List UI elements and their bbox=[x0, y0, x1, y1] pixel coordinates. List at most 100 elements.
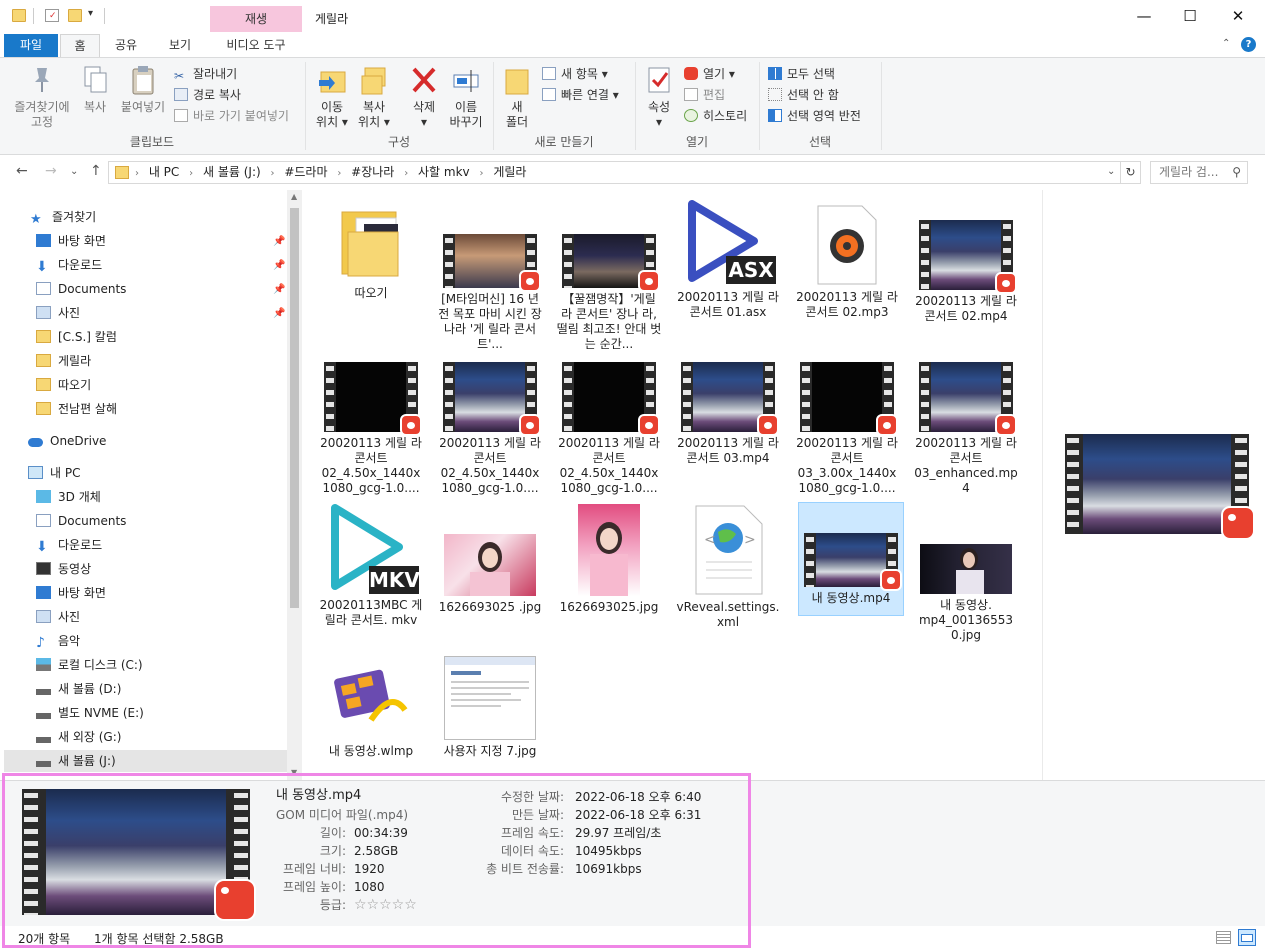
file-item[interactable]: [M타임머신] 16 년 전 목포 마비 시킨 장나라 '게 릴라 콘서트'..… bbox=[437, 234, 543, 352]
nav-item[interactable]: 로컬 디스크 (C:) bbox=[36, 654, 143, 676]
file-item[interactable]: 1626693025 .jpg bbox=[437, 534, 543, 615]
history-button[interactable]: 히스토리 bbox=[684, 106, 747, 126]
close-button[interactable]: ✕ bbox=[1215, 0, 1261, 32]
minimize-button[interactable]: — bbox=[1121, 0, 1167, 32]
properties-icon[interactable]: ✓ bbox=[45, 9, 59, 22]
customize-quick-access-icon[interactable]: ▾ bbox=[88, 8, 93, 19]
paste-button[interactable]: 붙여넣기 bbox=[116, 64, 170, 115]
copy-to-button[interactable]: 복사 위치 ▾ bbox=[354, 64, 394, 130]
file-item[interactable]: 내 동영상.wlmp bbox=[318, 660, 424, 759]
file-item[interactable]: MKV 20020113MBC 게릴라 콘서트. mkv bbox=[318, 502, 424, 628]
file-item[interactable]: 사용자 지정 7.jpg bbox=[437, 656, 543, 759]
easy-access-button[interactable]: 빠른 연결 ▾ bbox=[542, 85, 619, 105]
address-dropdown-icon[interactable]: ⌄ bbox=[1107, 166, 1115, 177]
nav-item[interactable]: 따오기 bbox=[36, 374, 91, 396]
back-arrow-icon[interactable]: ← bbox=[16, 163, 28, 179]
tab-view[interactable]: 보기 bbox=[160, 34, 200, 58]
edit-button[interactable]: 편집 bbox=[684, 85, 725, 105]
nav-item[interactable]: 전남편 살해 bbox=[36, 398, 117, 420]
up-arrow-icon[interactable]: ↑ bbox=[90, 163, 102, 179]
file-item[interactable]: 20020113 게릴 라콘서트 02_4.50x_1440x 1080_gcg… bbox=[437, 362, 543, 496]
properties-button[interactable]: 속성 ▾ bbox=[642, 64, 676, 130]
nav-item-selected[interactable]: 새 볼륨 (J:) bbox=[4, 750, 287, 772]
nav-item[interactable]: 게릴라 bbox=[36, 350, 91, 372]
file-item[interactable]: 20020113 게릴 라콘서트 02.mp3 bbox=[794, 204, 900, 320]
nav-quick-access[interactable]: ★ 즐겨찾기 bbox=[30, 206, 96, 228]
nav-scrollbar[interactable]: ▲ ▼ bbox=[287, 190, 302, 780]
tab-video-tools[interactable]: 비디오 도구 bbox=[212, 34, 300, 58]
new-folder-button[interactable]: 새 폴더 bbox=[500, 64, 534, 130]
nav-item[interactable]: 바탕 화면 bbox=[36, 230, 106, 252]
collapse-ribbon-icon[interactable]: ⌃ bbox=[1222, 38, 1230, 49]
breadcrumb-item[interactable]: 게릴라 bbox=[493, 162, 526, 183]
file-item[interactable]: 20020113 게릴 라콘서트 03_3.00x_1440x 1080_gcg… bbox=[794, 362, 900, 496]
breadcrumb-item[interactable]: 내 PC bbox=[149, 162, 179, 183]
maximize-button[interactable]: ☐ bbox=[1167, 0, 1213, 32]
video-thumbnail bbox=[443, 234, 541, 292]
open-button[interactable]: 열기 ▾ bbox=[684, 64, 735, 84]
nav-this-pc[interactable]: 내 PC bbox=[28, 462, 80, 484]
nav-item[interactable]: 사진 bbox=[36, 606, 80, 628]
delete-button[interactable]: 삭제 ▾ bbox=[404, 64, 444, 130]
large-icons-view-icon[interactable] bbox=[1238, 929, 1256, 946]
help-icon[interactable]: ? bbox=[1241, 37, 1256, 52]
new-item-button[interactable]: 새 항목 ▾ bbox=[542, 64, 608, 84]
details-view-icon[interactable] bbox=[1216, 931, 1231, 944]
nav-item[interactable]: 바탕 화면 bbox=[36, 582, 106, 604]
scroll-down-icon[interactable]: ▼ bbox=[291, 768, 297, 777]
file-item-selected[interactable]: 내 동영상.mp4 bbox=[798, 502, 904, 616]
nav-item[interactable]: 새 외장 (G:) bbox=[36, 726, 121, 748]
nav-item[interactable]: Documents bbox=[36, 510, 126, 532]
file-item[interactable]: 내 동영상. mp4_00136553 0.jpg bbox=[913, 544, 1019, 643]
select-none-button[interactable]: 선택 안 함 bbox=[768, 85, 839, 105]
rename-button[interactable]: 이름 바꾸기 bbox=[446, 64, 486, 130]
nav-item[interactable]: 별도 NVME (E:) bbox=[36, 702, 144, 724]
paste-shortcut-button[interactable]: 바로 가기 붙여넣기 bbox=[174, 106, 289, 126]
nav-item[interactable]: ⬇ 다운로드 bbox=[36, 254, 102, 276]
copy-button[interactable]: 복사 bbox=[78, 64, 112, 115]
file-item[interactable]: 20020113 게릴 라콘서트 03.mp4 bbox=[675, 362, 781, 466]
cut-button[interactable]: ✂ 잘라내기 bbox=[174, 64, 237, 84]
move-to-button[interactable]: 이동 위치 ▾ bbox=[312, 64, 352, 130]
copy-path-button[interactable]: 경로 복사 bbox=[174, 85, 241, 105]
scroll-up-icon[interactable]: ▲ bbox=[291, 192, 297, 201]
select-all-button[interactable]: 모두 선택 bbox=[768, 64, 835, 84]
new-folder-icon[interactable] bbox=[68, 9, 82, 22]
refresh-icon[interactable]: ↻ bbox=[1121, 161, 1141, 184]
nav-item[interactable]: 새 볼륨 (D:) bbox=[36, 678, 121, 700]
nav-item[interactable]: 사진 bbox=[36, 302, 80, 324]
file-item[interactable]: 20020113 게릴 라콘서트 02_4.50x_1440x 1080_gcg… bbox=[556, 362, 662, 496]
context-tab-play[interactable]: 재생 bbox=[210, 6, 302, 32]
file-item[interactable]: 20020113 게릴 라콘서트 02.mp4 bbox=[913, 220, 1019, 324]
nav-item[interactable]: 동영상 bbox=[36, 558, 91, 580]
gom-player-icon bbox=[638, 414, 660, 436]
search-input[interactable]: 게릴라 검... ⚲ bbox=[1150, 161, 1248, 184]
file-item[interactable]: ASX 20020113 게릴 라콘서트 01.asx bbox=[675, 198, 781, 320]
nav-item[interactable]: 3D 개체 bbox=[36, 486, 101, 508]
rating-stars[interactable]: ☆☆☆☆☆ bbox=[354, 896, 417, 914]
scroll-thumb[interactable] bbox=[290, 208, 299, 608]
breadcrumb-item[interactable]: #장나라 bbox=[351, 162, 394, 183]
file-item[interactable]: 따오기 bbox=[318, 202, 424, 301]
breadcrumb-item[interactable]: 새 볼륨 (J:) bbox=[203, 162, 261, 183]
address-bar[interactable]: › 내 PC › 새 볼륨 (J:) › #드라마 › #장나라 › 사할 mk… bbox=[108, 161, 1121, 184]
nav-item[interactable]: [C.S.] 칼럼 bbox=[36, 326, 117, 348]
file-item[interactable]: 【꿀잼명작】'게릴 라 콘서트' 장나 라, 떨림 최고조! 안대 벗는 순간.… bbox=[556, 234, 662, 352]
tab-file[interactable]: 파일 bbox=[4, 34, 58, 58]
file-item[interactable]: 20020113 게릴 라콘서트 03_enhanced.mp 4 bbox=[913, 362, 1019, 496]
file-item[interactable]: < > vReveal.settings. xml bbox=[675, 504, 781, 630]
tab-share[interactable]: 공유 bbox=[106, 34, 146, 58]
file-item[interactable]: 20020113 게릴 라콘서트 02_4.50x_1440x 1080_gcg… bbox=[318, 362, 424, 496]
nav-item[interactable]: ♪ 음악 bbox=[36, 630, 80, 652]
nav-item[interactable]: ⬇ 다운로드 bbox=[36, 534, 102, 556]
breadcrumb-item[interactable]: 사할 mkv bbox=[418, 162, 470, 183]
forward-arrow-icon[interactable]: → bbox=[45, 163, 57, 179]
nav-onedrive[interactable]: OneDrive bbox=[28, 430, 106, 452]
tab-home[interactable]: 홈 bbox=[60, 34, 100, 58]
file-item[interactable]: 1626693025.jpg bbox=[556, 504, 662, 615]
invert-selection-button[interactable]: 선택 영역 반전 bbox=[768, 106, 861, 126]
recent-locations-icon[interactable]: ⌄ bbox=[70, 166, 78, 177]
nav-item[interactable]: Documents bbox=[36, 278, 126, 300]
pin-to-quick-access-button[interactable]: 즐겨찾기에 고정 bbox=[6, 64, 78, 130]
breadcrumb-item[interactable]: #드라마 bbox=[284, 162, 327, 183]
